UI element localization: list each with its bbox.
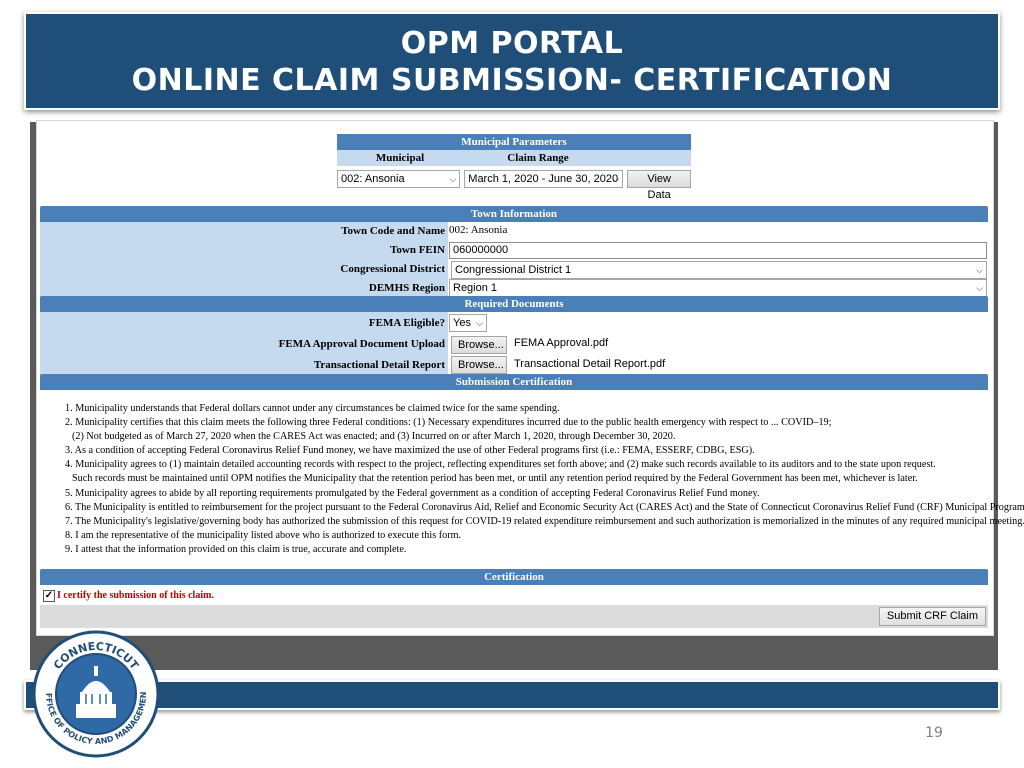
transactional-report-label: Transactional Detail Report <box>313 359 445 371</box>
fema-upload-value-area: Browse... FEMA Approval.pdf <box>448 334 988 355</box>
municipal-parameters-header: Municipal Parameters <box>337 134 691 150</box>
municipal-select-value: 002: Ansonia <box>341 173 405 185</box>
claim-range-select-value: March 1, 2020 - June 30, 2020 <box>468 173 619 185</box>
claim-range-select[interactable]: March 1, 2020 - June 30, 2020 ⌵ <box>464 170 624 188</box>
slide-title: OPM PORTAL <box>400 26 624 61</box>
slide-title-banner: OPM PORTAL ONLINE CLAIM SUBMISSION- CERT… <box>24 12 1000 110</box>
town-fein-label: Town FEIN <box>390 244 445 256</box>
demhs-region-value: Region 1 <box>453 282 498 294</box>
chevron-down-icon: ⌵ <box>976 283 983 293</box>
page-number: 19 <box>925 725 943 741</box>
town-code-value-area: 002: Ansonia <box>448 222 988 241</box>
opm-seal-logo: CONNECTICUT OFFICE OF POLICY AND MANAGEM… <box>32 630 160 758</box>
town-code-row: Town Code and Name 002: Ansonia <box>40 222 988 241</box>
town-fein-value-area: 060000000 <box>448 241 988 260</box>
demhs-region-select[interactable]: Region 1 ⌵ <box>449 279 987 297</box>
submission-certification-header: Submission Certification <box>40 374 988 390</box>
transactional-browse-button[interactable]: Browse... <box>451 356 507 374</box>
town-fein-input[interactable]: 060000000 <box>449 242 987 259</box>
certification-line: 4. Municipality agrees to (1) maintain d… <box>65 459 936 471</box>
congressional-district-value: Congressional District 1 <box>455 264 572 276</box>
congressional-district-label: Congressional District <box>340 263 445 275</box>
congressional-district-row: Congressional District Congressional Dis… <box>40 260 988 279</box>
certification-statements: 1. Municipality understands that Federal… <box>40 390 1024 570</box>
congressional-district-select[interactable]: Congressional District 1 ⌵ <box>451 261 987 279</box>
municipal-parameters-controls: 002: Ansonia ⌵ March 1, 2020 - June 30, … <box>337 166 691 201</box>
municipal-column-header: Municipal <box>375 152 425 164</box>
fema-eligible-select[interactable]: Yes ⌵ <box>449 314 487 332</box>
certification-line: 9. I attest that the information provide… <box>65 543 407 555</box>
municipal-select[interactable]: 002: Ansonia ⌵ <box>337 170 461 188</box>
fema-file-name: FEMA Approval.pdf <box>514 337 609 349</box>
chevron-down-icon: ⌵ <box>449 174 457 184</box>
certify-label: I certify the submission of this claim. <box>57 590 214 601</box>
town-code-label: Town Code and Name <box>341 225 445 237</box>
certification-header: Certification <box>40 569 988 585</box>
fema-eligible-label: FEMA Eligible? <box>368 317 445 329</box>
transactional-report-row: Transactional Detail Report Browse... Tr… <box>40 355 988 375</box>
view-data-button[interactable]: View Data <box>627 170 691 201</box>
portal-screenshot: Municipal Parameters Municipal Claim Ran… <box>36 120 1024 636</box>
town-information-header: Town Information <box>40 206 988 222</box>
footer-bar <box>24 680 1000 710</box>
town-fein-row: Town FEIN 060000000 <box>40 241 988 260</box>
congressional-district-value-area: Congressional District 1 ⌵ <box>448 260 988 279</box>
certification-line: 3. As a condition of accepting Federal C… <box>65 445 755 457</box>
certification-line: 8. I am the representative of the munici… <box>65 529 462 541</box>
submit-row: Submit CRF Claim <box>40 605 988 628</box>
certification-line: 5. Municipality agrees to abide by all r… <box>65 487 760 499</box>
certification-line: 7. The Municipality's legislative/govern… <box>65 515 1024 527</box>
certify-checkbox[interactable]: ✓ <box>43 590 55 602</box>
claim-range-column-header: Claim Range <box>507 152 569 164</box>
certification-line: 1. Municipality understands that Federal… <box>65 403 560 414</box>
chevron-down-icon: ⌵ <box>612 174 620 184</box>
required-documents-header: Required Documents <box>40 296 988 312</box>
certification-line: 6. The Municipality is entitled to reimb… <box>65 501 1024 513</box>
chevron-down-icon: ⌵ <box>476 318 483 328</box>
fema-browse-button[interactable]: Browse... <box>451 336 507 354</box>
submit-crf-claim-button[interactable]: Submit CRF Claim <box>878 607 986 626</box>
fema-eligible-row: FEMA Eligible? Yes ⌵ <box>40 312 988 334</box>
certification-line: Such records must be maintained until OP… <box>72 473 918 485</box>
transactional-report-value-area: Browse... Transactional Detail Report.pd… <box>448 355 988 375</box>
certification-line: (2) Not budgeted as of March 27, 2020 wh… <box>72 431 676 443</box>
fema-eligible-value: Yes <box>453 317 471 329</box>
chevron-down-icon: ⌵ <box>976 265 983 275</box>
transactional-file-name: Transactional Detail Report.pdf <box>514 358 666 370</box>
fema-upload-row: FEMA Approval Document Upload Browse... … <box>40 334 988 355</box>
municipal-parameters-panel: Municipal Parameters Municipal Claim Ran… <box>337 134 691 201</box>
town-code-value: 002: Ansonia <box>449 224 508 236</box>
fema-eligible-value-area: Yes ⌵ <box>448 312 988 334</box>
certification-line: 2. Municipality certifies that this clai… <box>65 417 832 429</box>
fema-upload-label: FEMA Approval Document Upload <box>278 338 445 350</box>
municipal-parameters-columns: Municipal Claim Range <box>337 150 691 166</box>
certify-row: ✓ I certify the submission of this claim… <box>40 587 988 605</box>
slide-subtitle: ONLINE CLAIM SUBMISSION- CERTIFICATION <box>131 63 893 98</box>
